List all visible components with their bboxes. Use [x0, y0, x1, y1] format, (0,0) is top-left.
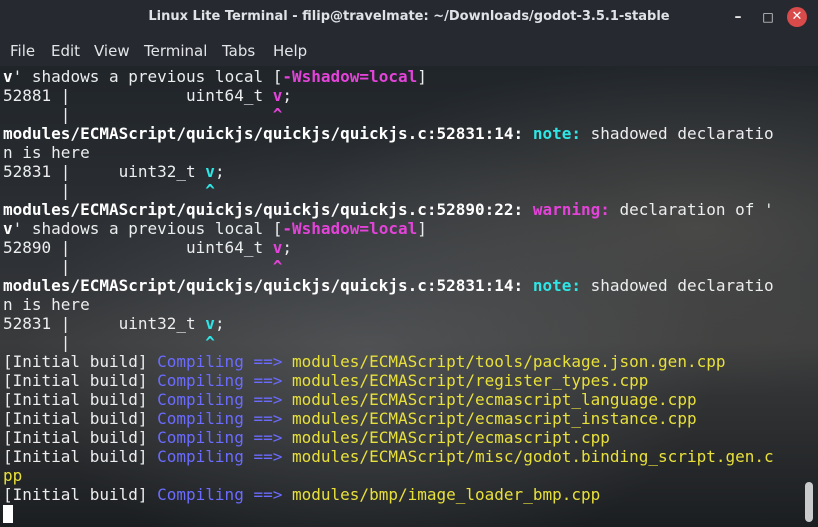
build-arrow: ==>	[243, 352, 292, 371]
note-label: note:	[532, 124, 581, 143]
file-location: modules/ECMAScript/quickjs/quickjs/quick…	[3, 276, 524, 295]
build-verb: Compiling	[157, 409, 244, 428]
message-text: shadowed declaratio	[580, 276, 774, 295]
build-verb: Compiling	[157, 485, 244, 504]
caret-marker: ^	[205, 181, 215, 200]
menu-terminal[interactable]: Terminal	[144, 42, 207, 60]
source-line: 52881 | uint64_t	[3, 86, 273, 105]
term-token: ;	[282, 238, 292, 257]
term-token	[523, 124, 533, 143]
term-token	[523, 276, 533, 295]
term-token: v	[3, 67, 13, 86]
highlight-var: v	[272, 86, 283, 105]
source-line: 52890 | uint64_t	[3, 238, 273, 257]
build-arrow: ==>	[243, 447, 292, 466]
maximize-icon[interactable]: □	[757, 6, 779, 28]
terminal-output[interactable]: v' shadows a previous local [-Wshadow=lo…	[0, 66, 818, 527]
message-text: n is here	[3, 143, 90, 162]
caret-line: |	[3, 105, 273, 124]
menu-view[interactable]: View	[94, 42, 130, 60]
terminal-cursor	[3, 505, 13, 523]
term-token: ;	[214, 314, 225, 333]
menu-file[interactable]: File	[10, 42, 35, 60]
build-path: modules/ECMAScript/ecmascript_language.c…	[292, 390, 697, 409]
build-prefix: [Initial build]	[3, 447, 158, 466]
build-arrow: ==>	[243, 409, 292, 428]
build-path: modules/ECMAScript/tools/package.json.ge…	[292, 352, 726, 371]
build-verb: Compiling	[157, 428, 244, 447]
build-path: modules/ECMAScript/ecmascript_instance.c…	[292, 409, 697, 428]
warning-flag: -Wshadow=local	[282, 67, 418, 86]
caret-line: |	[3, 181, 206, 200]
file-location: modules/ECMAScript/quickjs/quickjs/quick…	[3, 200, 524, 219]
term-token: ;	[282, 86, 292, 105]
source-line: 52831 | uint32_t	[3, 162, 206, 181]
caret-line: |	[3, 257, 273, 276]
term-token	[523, 200, 533, 219]
build-prefix: [Initial build]	[3, 352, 158, 371]
caret-marker: ^	[272, 105, 283, 124]
scrollbar-thumb[interactable]	[805, 482, 813, 522]
warning-flag: -Wshadow=local	[282, 219, 418, 238]
caret-line: |	[3, 333, 206, 352]
build-path: modules/ECMAScript/misc/godot.binding_sc…	[292, 447, 774, 466]
highlight-var: v	[272, 238, 283, 257]
window-title: Linux Lite Terminal - filip@travelmate: …	[148, 9, 670, 24]
caret-marker: ^	[272, 257, 283, 276]
warning-label: warning:	[532, 200, 610, 219]
title-bar[interactable]: Linux Lite Terminal - filip@travelmate: …	[0, 0, 818, 36]
term-token: ' shadows a previous local [	[12, 219, 283, 238]
build-verb: Compiling	[157, 390, 244, 409]
build-arrow: ==>	[243, 428, 292, 447]
close-icon[interactable]: ✕	[787, 7, 807, 27]
term-token: ]	[417, 219, 427, 238]
menu-help[interactable]: Help	[273, 42, 307, 60]
build-prefix: [Initial build]	[3, 409, 158, 428]
build-arrow: ==>	[243, 390, 292, 409]
build-prefix: [Initial build]	[3, 428, 158, 447]
menu-bar: File Edit View Terminal Tabs Help	[0, 36, 818, 66]
term-token: ' shadows a previous local [	[12, 67, 283, 86]
build-prefix: [Initial build]	[3, 390, 158, 409]
build-prefix: [Initial build]	[3, 371, 158, 390]
menu-tabs[interactable]: Tabs	[222, 42, 255, 60]
menu-edit[interactable]: Edit	[51, 42, 80, 60]
minimize-icon[interactable]: –	[727, 6, 749, 28]
build-path: modules/bmp/image_loader_bmp.cpp	[292, 485, 601, 504]
highlight-var: v	[205, 162, 215, 181]
terminal-text: v' shadows a previous local [-Wshadow=lo…	[3, 67, 774, 504]
term-token: ;	[214, 162, 225, 181]
file-location: modules/ECMAScript/quickjs/quickjs/quick…	[3, 124, 524, 143]
term-token: v	[3, 219, 13, 238]
build-arrow: ==>	[243, 485, 292, 504]
build-prefix: [Initial build]	[3, 485, 158, 504]
build-verb: Compiling	[157, 352, 244, 371]
build-verb: Compiling	[157, 447, 244, 466]
message-text: n is here	[3, 295, 90, 314]
scrollbar[interactable]	[804, 66, 818, 527]
build-verb: Compiling	[157, 371, 244, 390]
note-label: note:	[532, 276, 581, 295]
highlight-var: v	[205, 314, 215, 333]
source-line: 52831 | uint32_t	[3, 314, 206, 333]
message-text: declaration of '	[609, 200, 774, 219]
build-arrow: ==>	[243, 371, 292, 390]
message-text: shadowed declaratio	[580, 124, 774, 143]
caret-marker: ^	[205, 333, 215, 352]
build-path: modules/ECMAScript/ecmascript.cpp	[292, 428, 610, 447]
build-path: modules/ECMAScript/register_types.cpp	[292, 371, 649, 390]
build-path: pp	[3, 466, 23, 485]
term-token: ]	[417, 67, 427, 86]
